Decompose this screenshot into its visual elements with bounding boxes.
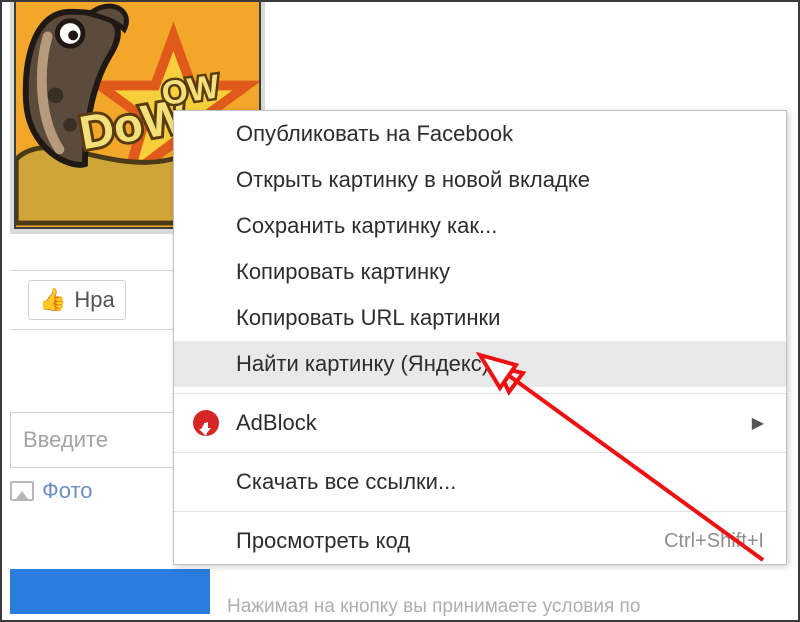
menu-item-adblock[interactable]: AdBlock ▶ — [174, 400, 786, 446]
menu-item-label: Открыть картинку в новой вкладке — [236, 167, 590, 193]
like-label: Нра — [74, 287, 114, 313]
menu-separator — [174, 452, 786, 453]
menu-item-publish-facebook[interactable]: Опубликовать на Facebook — [174, 111, 786, 157]
menu-item-download-links[interactable]: Скачать все ссылки... — [174, 459, 786, 505]
adblock-icon — [192, 409, 220, 437]
menu-separator — [174, 511, 786, 512]
menu-item-label: Копировать URL картинки — [236, 305, 500, 331]
like-bar: 👍 Нра — [10, 270, 190, 330]
chevron-right-icon: ▶ — [752, 413, 764, 433]
menu-item-label: Опубликовать на Facebook — [236, 121, 513, 147]
menu-item-label: Копировать картинку — [236, 259, 450, 285]
like-button[interactable]: 👍 Нра — [28, 280, 126, 320]
menu-item-copy-url[interactable]: Копировать URL картинки — [174, 295, 786, 341]
menu-item-label: Найти картинку (Яндекс) — [236, 351, 489, 377]
thumbs-up-icon: 👍 — [39, 289, 66, 311]
photo-icon — [10, 481, 34, 501]
footer-text: Нажимая на кнопку вы принимаете условия … — [227, 596, 640, 618]
attach-photo[interactable]: Фото — [10, 478, 190, 504]
menu-separator — [174, 393, 786, 394]
context-menu: Опубликовать на Facebook Открыть картинк… — [173, 110, 787, 565]
menu-item-open-new-tab[interactable]: Открыть картинку в новой вкладке — [174, 157, 786, 203]
menu-item-copy-image[interactable]: Копировать картинку — [174, 249, 786, 295]
menu-item-label: AdBlock — [236, 410, 317, 436]
menu-item-shortcut: Ctrl+Shift+I — [664, 530, 764, 553]
menu-item-label: Сохранить картинку как... — [236, 213, 497, 239]
menu-item-search-yandex[interactable]: Найти картинку (Яндекс) — [174, 341, 786, 387]
comment-area: Введите Фото — [10, 412, 190, 504]
menu-item-inspect[interactable]: Просмотреть код Ctrl+Shift+I — [174, 518, 786, 564]
menu-item-label: Просмотреть код — [236, 528, 410, 554]
menu-item-label: Скачать все ссылки... — [236, 469, 456, 495]
menu-item-save-as[interactable]: Сохранить картинку как... — [174, 203, 786, 249]
comment-input[interactable]: Введите — [10, 412, 190, 468]
attach-photo-label: Фото — [42, 478, 93, 504]
submit-button[interactable] — [10, 569, 210, 614]
